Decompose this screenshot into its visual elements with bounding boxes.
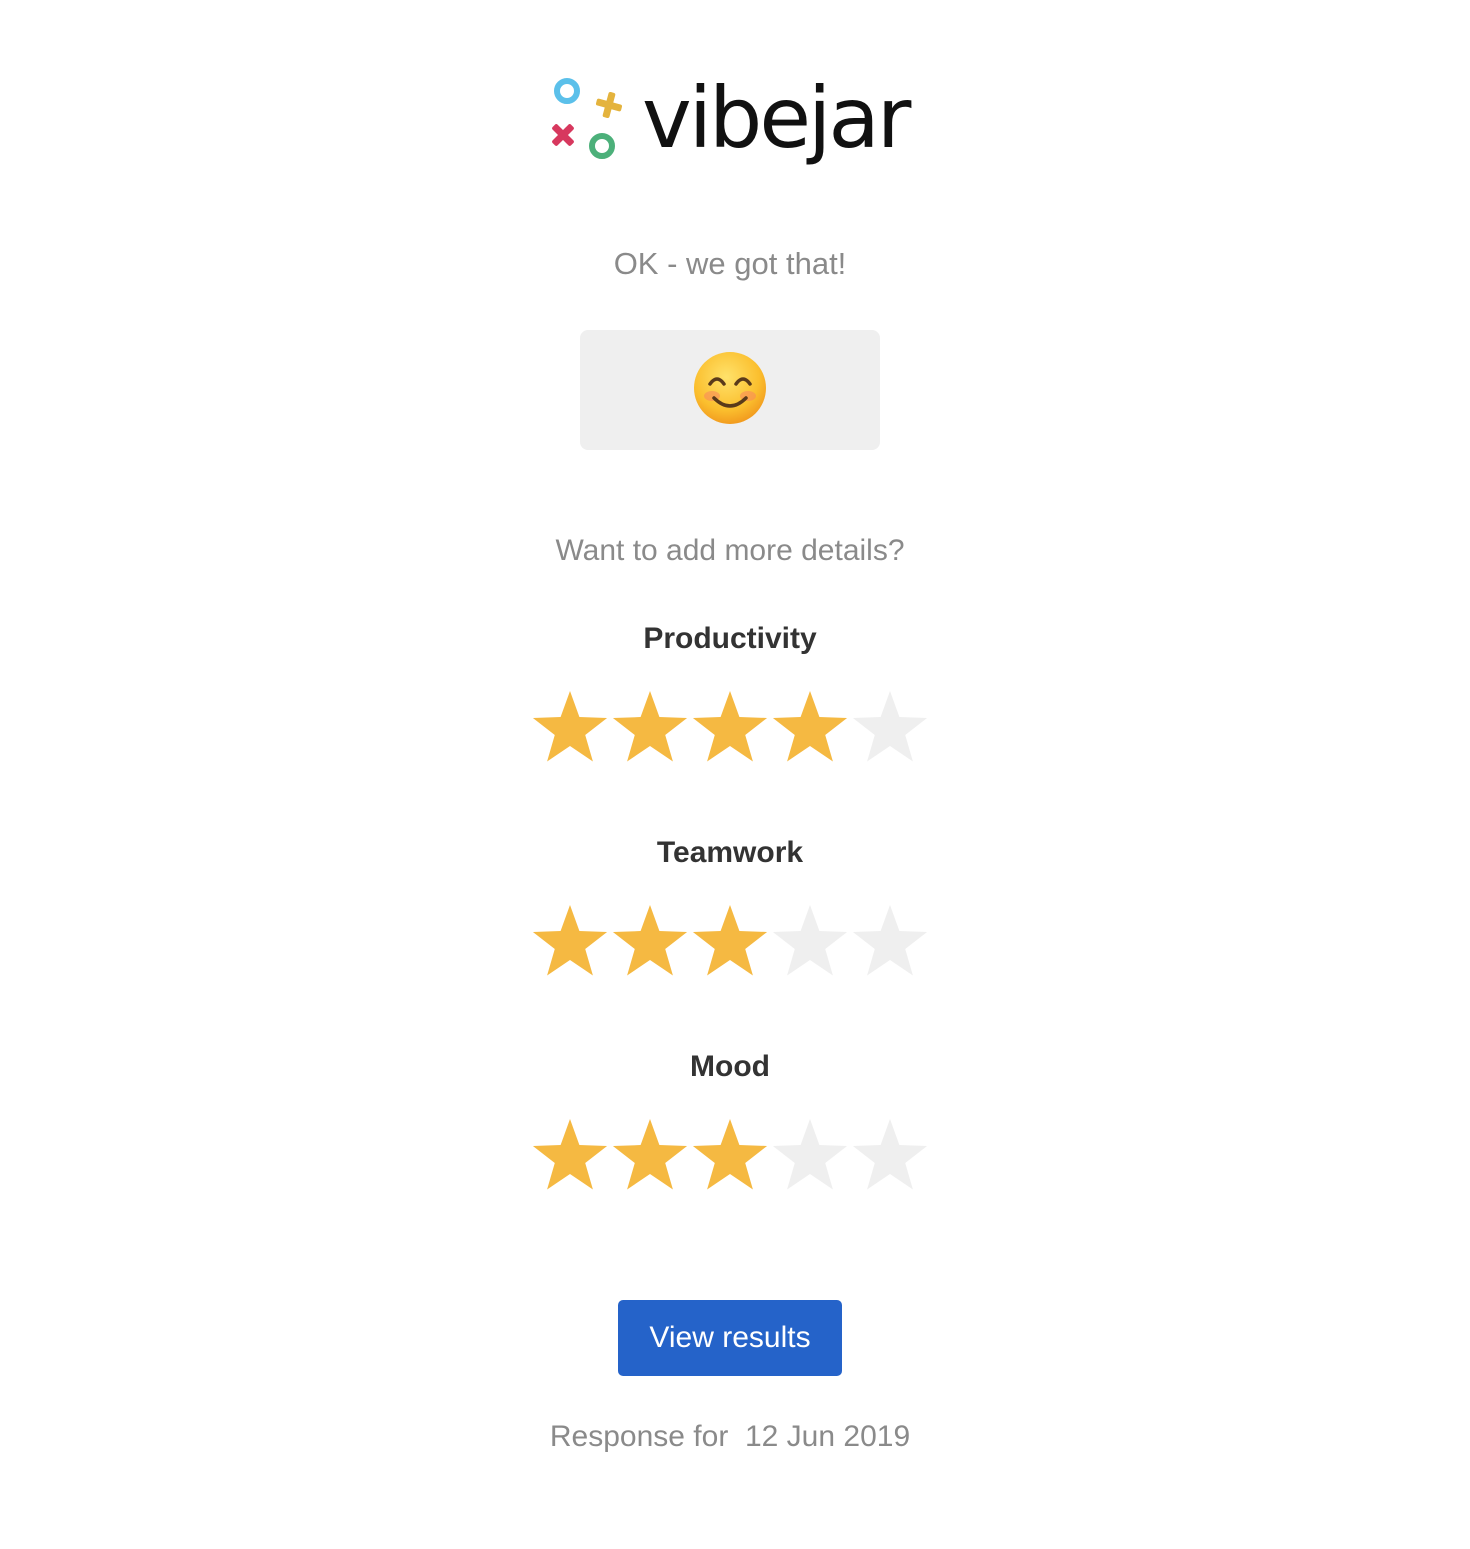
category-title-teamwork: Teamwork	[656, 836, 804, 869]
star-rating-productivity[interactable]	[530, 688, 930, 768]
star-filled-icon[interactable]	[610, 688, 690, 768]
star-empty-icon[interactable]	[850, 1116, 930, 1196]
smiling-face-icon	[694, 352, 766, 424]
star-filled-icon[interactable]	[610, 902, 690, 982]
star-filled-icon[interactable]	[690, 1116, 770, 1196]
response-date: Response for 12 Jun 2019	[549, 1420, 911, 1453]
vibejar-logo-icon	[552, 78, 623, 159]
star-filled-icon[interactable]	[530, 1116, 610, 1196]
star-empty-icon[interactable]	[850, 688, 930, 768]
category-title-productivity: Productivity	[643, 622, 817, 655]
star-filled-icon[interactable]	[610, 1116, 690, 1196]
star-empty-icon[interactable]	[850, 902, 930, 982]
star-filled-icon[interactable]	[530, 902, 610, 982]
star-empty-icon[interactable]	[770, 1116, 850, 1196]
selected-mood-box	[580, 330, 880, 450]
details-prompt: Want to add more details?	[555, 534, 905, 567]
star-rating-mood[interactable]	[530, 1116, 930, 1196]
vibejar-logo: vibejar	[548, 70, 928, 180]
star-filled-icon[interactable]	[690, 688, 770, 768]
star-filled-icon[interactable]	[530, 688, 610, 768]
star-filled-icon[interactable]	[770, 688, 850, 768]
star-empty-icon[interactable]	[770, 902, 850, 982]
confirmation-headline: OK - we got that!	[613, 246, 847, 281]
view-results-button[interactable]: View results	[618, 1300, 842, 1376]
vibejar-wordmark: vibejar	[642, 69, 911, 167]
star-rating-teamwork[interactable]	[530, 902, 930, 982]
star-filled-icon[interactable]	[690, 902, 770, 982]
category-title-mood: Mood	[690, 1050, 770, 1083]
